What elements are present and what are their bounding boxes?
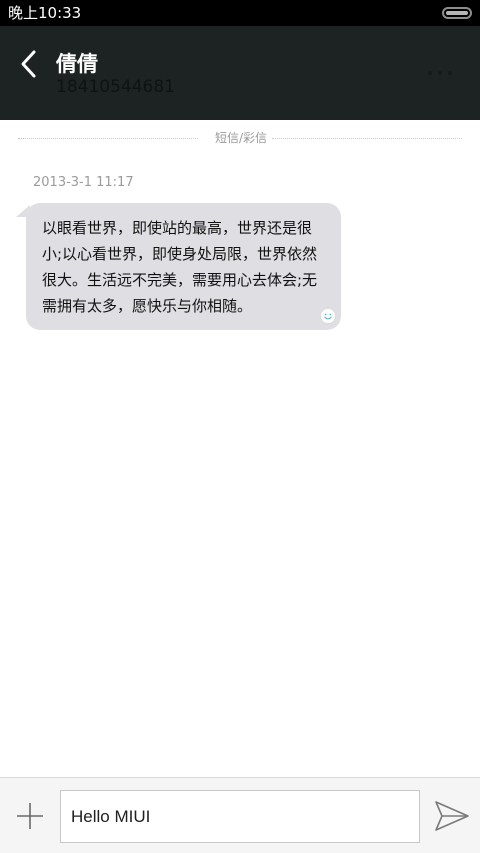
- status-time: 晚上10:33: [8, 4, 82, 22]
- send-button[interactable]: [434, 798, 470, 834]
- contact-name: 倩倩: [56, 52, 98, 76]
- plus-icon: [17, 803, 43, 829]
- smiley-icon[interactable]: [320, 308, 336, 324]
- message-type-divider: 短信/彩信: [18, 130, 462, 146]
- message-input[interactable]: [60, 790, 420, 843]
- message-text: 以眼看世界，即使站的最高，世界还是很小;以心看世界，即使身处局限，世界依然很大。…: [42, 219, 318, 315]
- message-type-label: 短信/彩信: [214, 131, 268, 145]
- contact-number: 18410544681: [56, 77, 175, 97]
- back-arrow-icon: [21, 50, 36, 78]
- send-icon: [435, 801, 469, 831]
- more-icon[interactable]: [428, 62, 452, 84]
- conversation-header: 倩倩 18410544681: [0, 26, 480, 120]
- message-timestamp: 2013-3-1 11:17: [33, 175, 134, 190]
- battery-icon: [442, 7, 472, 19]
- message-bubble[interactable]: 以眼看世界，即使站的最高，世界还是很小;以心看世界，即使身处局限，世界依然很大。…: [26, 203, 341, 330]
- attach-button[interactable]: [14, 800, 46, 832]
- status-bar: 晚上10:33: [0, 0, 480, 26]
- back-button[interactable]: [14, 46, 44, 82]
- message-composer: [0, 777, 480, 853]
